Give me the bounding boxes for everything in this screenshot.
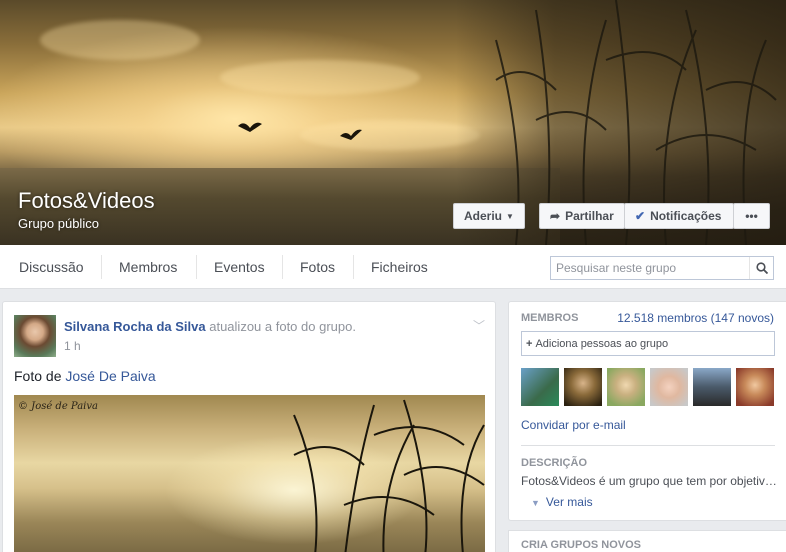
bird-icon: [238, 122, 262, 132]
post-action-text: atualizou a foto do grupo.: [205, 319, 356, 334]
description-heading: DESCRIÇÃO: [521, 457, 588, 469]
tab-divider: [196, 255, 197, 279]
group-search: [550, 256, 774, 280]
create-groups-heading: CRIA GRUPOS NOVOS: [521, 539, 641, 551]
members-panel: MEMBROS 12.518 membros (147 novos) + Adi…: [508, 301, 786, 521]
add-people-input[interactable]: + Adiciona pessoas ao grupo: [521, 331, 775, 356]
tab-divider: [353, 255, 354, 279]
post-text: Foto de José De Paiva: [14, 368, 156, 384]
feed-post: Silvana Rocha da Silva atualizou a foto …: [2, 301, 496, 552]
tab-events[interactable]: Eventos: [214, 245, 265, 289]
post-author-link[interactable]: Silvana Rocha da Silva: [64, 319, 206, 334]
post-photo[interactable]: © José de Paiva: [14, 395, 485, 552]
notifications-button[interactable]: ✔ Notificações: [624, 203, 734, 229]
group-nav-bar: Discussão Membros Eventos Fotos Ficheiro…: [0, 245, 786, 289]
photo-credit-link[interactable]: José De Paiva: [65, 368, 155, 384]
member-avatar[interactable]: [693, 368, 731, 406]
cover-photo[interactable]: Fotos&Videos Grupo público Aderiu ▼ ➦ Pa…: [0, 0, 786, 245]
post-timestamp[interactable]: 1 h: [64, 339, 81, 353]
see-more-link[interactable]: ▼ Ver mais: [531, 495, 593, 509]
tab-photos[interactable]: Fotos: [300, 245, 335, 289]
search-button[interactable]: [749, 257, 773, 279]
share-button[interactable]: ➦ Partilhar: [539, 203, 625, 229]
see-more-label: Ver mais: [545, 495, 593, 509]
description-text: Fotos&Videos é um grupo que tem por obje…: [521, 474, 777, 488]
member-avatar[interactable]: [650, 368, 688, 406]
more-options-button[interactable]: •••: [733, 203, 770, 229]
chevron-down-icon: ▼: [506, 211, 514, 221]
triangle-down-icon: ▼: [531, 498, 540, 508]
member-thumbnails: [521, 368, 779, 406]
cover-cloud: [220, 60, 420, 95]
members-count-link[interactable]: 12.518 membros (147 novos): [617, 311, 774, 325]
add-people-placeholder: Adiciona pessoas ao grupo: [535, 337, 669, 350]
tab-discussion[interactable]: Discussão: [19, 245, 84, 289]
joined-label: Aderiu: [464, 209, 503, 223]
group-search-input[interactable]: [551, 257, 749, 279]
search-icon: [755, 262, 768, 274]
share-label: Partilhar: [565, 209, 614, 223]
more-options-icon: •••: [745, 209, 758, 223]
post-text-prefix: Foto de: [14, 368, 66, 384]
members-heading: MEMBROS: [521, 312, 579, 324]
bird-icon: [340, 129, 362, 140]
notifications-label: Notificações: [650, 209, 722, 223]
tab-divider: [282, 255, 283, 279]
member-avatar[interactable]: [521, 368, 559, 406]
photo-reeds-illustration: [293, 399, 485, 552]
tab-divider: [101, 255, 102, 279]
member-avatar[interactable]: [564, 368, 602, 406]
group-title-block: Fotos&Videos Grupo público: [18, 188, 155, 231]
share-icon: ➦: [550, 209, 561, 223]
tab-files[interactable]: Ficheiros: [371, 245, 428, 289]
plus-icon: +: [526, 337, 533, 350]
post-header-line: Silvana Rocha da Silva atualizou a foto …: [64, 319, 356, 334]
member-avatar[interactable]: [736, 368, 774, 406]
cover-cloud: [300, 120, 480, 150]
author-avatar[interactable]: [14, 315, 56, 357]
post-options-chevron-icon[interactable]: ﹀: [473, 317, 485, 334]
member-avatar[interactable]: [607, 368, 645, 406]
group-privacy: Grupo público: [18, 216, 99, 231]
joined-button[interactable]: Aderiu ▼: [453, 203, 525, 229]
group-name[interactable]: Fotos&Videos: [18, 188, 155, 214]
photo-watermark: © José de Paiva: [18, 401, 98, 412]
panel-divider: [521, 445, 775, 446]
check-icon: ✔: [635, 209, 646, 223]
create-groups-panel: CRIA GRUPOS NOVOS: [508, 530, 786, 552]
tab-members[interactable]: Membros: [119, 245, 177, 289]
invite-by-email-link[interactable]: Convidar por e-mail: [521, 418, 626, 432]
cover-cloud: [40, 20, 200, 60]
